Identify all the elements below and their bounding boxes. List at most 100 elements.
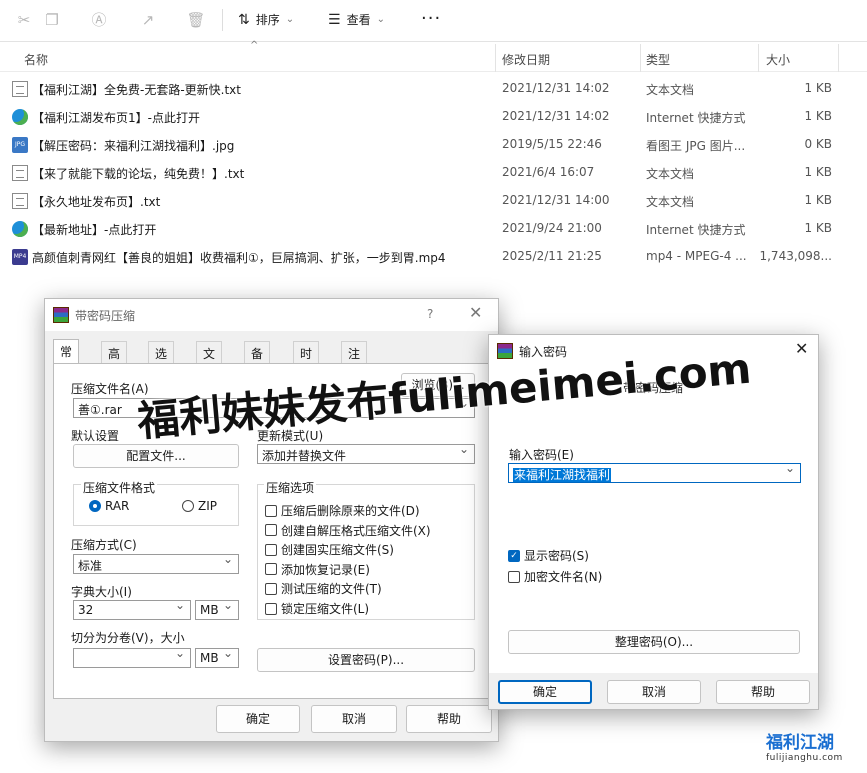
option-label: 锁定压缩文件(L): [281, 602, 370, 616]
explorer-toolbar: ✂ ❐ Ⓐ ↗ 🗑 ⇅ 排序 ⌄ ☰ 查看 ⌄ ···: [0, 0, 867, 42]
tab-backup[interactable]: 备份: [244, 341, 271, 378]
method-select[interactable]: 标准: [73, 554, 239, 574]
option-label: 创建自解压格式压缩文件(X): [281, 523, 431, 538]
column-header-row: 名称 ^ 修改日期 类型 大小: [0, 40, 867, 72]
format-rar-radio[interactable]: RAR: [89, 499, 129, 513]
password-value: 来福利江湖找福利: [513, 468, 612, 482]
column-name[interactable]: 名称: [24, 51, 48, 68]
option-checkbox[interactable]: 创建自解压格式压缩文件(X): [265, 522, 431, 539]
tab-general[interactable]: 常规: [53, 339, 80, 376]
cut-icon[interactable]: ✂: [14, 10, 34, 30]
file-size: 0 KB: [804, 137, 832, 151]
help-icon[interactable]: ?: [427, 307, 433, 321]
chevron-down-icon: ⌄: [285, 14, 295, 25]
more-options-button[interactable]: ···: [421, 8, 441, 29]
copy-icon[interactable]: ❐: [42, 10, 62, 30]
tab-advanced[interactable]: 高级: [101, 341, 128, 378]
option-label: 创建固实压缩文件(S): [281, 543, 394, 558]
file-row[interactable]: 【最新地址】-点此打开 2021/9/24 21:00 Internet 快捷方式 1…: [0, 215, 867, 243]
chevron-down-icon: ⌄: [376, 14, 385, 25]
option-checkbox[interactable]: 添加恢复记录(E): [265, 561, 370, 578]
format-group-label: 压缩文件格式: [81, 479, 158, 496]
corner-logo: 福利江湖 fulijianghu.com: [766, 728, 843, 763]
file-size: 1 KB: [804, 221, 832, 235]
column-divider[interactable]: [758, 44, 759, 72]
file-size: 1 KB: [804, 81, 832, 95]
format-zip-radio[interactable]: ZIP: [182, 499, 217, 513]
close-icon[interactable]: ✕: [795, 339, 808, 358]
column-size[interactable]: 大小: [766, 51, 790, 68]
file-date: 2021/6/4 16:07: [502, 165, 595, 179]
split-size-input[interactable]: [73, 648, 191, 668]
help-button[interactable]: 帮助: [406, 705, 492, 733]
cancel-button[interactable]: 取消: [607, 680, 701, 704]
file-row[interactable]: MP4 高颜值刺青网红【善良的姐姐】收费福利①，巨屌搞洞、扩张，一步到胃.mp4 2…: [0, 243, 867, 271]
file-date: 2021/12/31 14:00: [502, 193, 610, 207]
file-name: 【解压密码：来福利江湖找福利】.jpg: [32, 139, 235, 153]
option-checkbox[interactable]: 创建固实压缩文件(S): [265, 541, 394, 558]
file-name: 【福利江湖发布页1】-点此打开: [32, 111, 200, 125]
dict-select[interactable]: 32: [73, 600, 191, 620]
option-checkbox[interactable]: 测试压缩的文件(T): [265, 580, 382, 597]
file-type: Internet 快捷方式: [646, 223, 746, 237]
jpg-file-icon: JPG: [12, 137, 28, 153]
tab-time[interactable]: 时间: [293, 341, 320, 378]
column-type[interactable]: 类型: [646, 51, 670, 68]
file-row[interactable]: JPG 【解压密码：来福利江湖找福利】.jpg 2019/5/15 22:46 看图王…: [0, 131, 867, 159]
column-divider[interactable]: [495, 44, 496, 72]
file-name: 【福利江湖】全免费-无套路-更新快.txt: [32, 83, 241, 97]
file-row[interactable]: 【福利江湖发布页1】-点此打开 2021/12/31 14:02 Internet …: [0, 103, 867, 131]
sort-ascending-icon: ^: [250, 40, 259, 51]
share-icon[interactable]: ↗: [138, 10, 158, 30]
corner-logo-url: fulijianghu.com: [766, 753, 843, 763]
file-type: mp4 - MPEG-4 ...: [646, 249, 747, 263]
password-label: 输入密码(E): [509, 448, 574, 462]
view-button[interactable]: ☰ 查看 ⌄: [328, 11, 385, 28]
checkbox-icon: [265, 563, 277, 576]
checkbox-icon: [265, 582, 277, 595]
cancel-button[interactable]: 取消: [311, 705, 397, 733]
column-date[interactable]: 修改日期: [502, 51, 550, 68]
column-divider[interactable]: [838, 44, 839, 72]
file-date: 2021/12/31 14:02: [502, 109, 610, 123]
dialog-titlebar[interactable]: 带密码压缩 ? ✕: [45, 299, 498, 331]
column-divider[interactable]: [640, 44, 641, 72]
ok-button[interactable]: 确定: [216, 705, 300, 733]
sort-button[interactable]: ⇅ 排序 ⌄: [238, 11, 294, 28]
file-date: 2021/9/24 21:00: [502, 221, 602, 235]
option-checkbox[interactable]: 压缩后删除原来的文件(D): [265, 502, 420, 519]
set-password-button[interactable]: 设置密码(P)...: [257, 648, 475, 672]
corner-logo-title: 福利江湖: [766, 733, 834, 753]
option-checkbox[interactable]: 锁定压缩文件(L): [265, 600, 369, 617]
file-row[interactable]: 【来了就能下载的论坛，纯免费！】.txt 2021/6/4 16:07 文本文档 1 …: [0, 159, 867, 187]
close-icon[interactable]: ✕: [469, 303, 482, 322]
rename-icon[interactable]: Ⓐ: [89, 10, 109, 30]
checkbox-icon: [265, 602, 277, 615]
split-unit-select[interactable]: MB: [195, 648, 239, 668]
option-label: 添加恢复记录(E): [281, 562, 370, 577]
radio-selected-icon: [89, 500, 101, 512]
show-password-checkbox[interactable]: ✓ 显示密码(S): [508, 547, 589, 564]
options-group-label: 压缩选项: [264, 479, 317, 496]
file-row[interactable]: 【永久地址发布页】.txt 2021/12/31 14:00 文本文档 1 KB: [0, 187, 867, 215]
dict-label: 字典大小(I): [71, 585, 132, 599]
file-row[interactable]: 【福利江湖】全免费-无套路-更新快.txt 2021/12/31 14:02 文本文…: [0, 75, 867, 103]
tab-options[interactable]: 选项: [148, 341, 175, 378]
file-size: 1 KB: [804, 165, 832, 179]
tab-comment[interactable]: 注释: [341, 341, 368, 378]
checkbox-icon: [508, 570, 520, 583]
delete-icon[interactable]: 🗑: [186, 10, 206, 30]
tab-files[interactable]: 文件: [196, 341, 223, 378]
password-input[interactable]: 来福利江湖找福利: [508, 463, 801, 483]
file-name: 【来了就能下载的论坛，纯免费！】.txt: [32, 167, 245, 181]
dict-unit-select[interactable]: MB: [195, 600, 239, 620]
default-settings-label: 默认设置: [71, 429, 120, 443]
checkmark-icon: ✓: [508, 549, 520, 562]
checkbox-icon: [265, 504, 277, 517]
ok-button[interactable]: 确定: [498, 680, 592, 704]
encrypt-names-checkbox[interactable]: 加密文件名(N): [508, 568, 602, 585]
organize-passwords-button[interactable]: 整理密码(O)...: [508, 630, 800, 654]
update-mode-select[interactable]: 添加并替换文件: [257, 444, 475, 464]
help-button[interactable]: 帮助: [716, 680, 810, 704]
split-label: 切分为分卷(V)，大小: [71, 631, 185, 645]
